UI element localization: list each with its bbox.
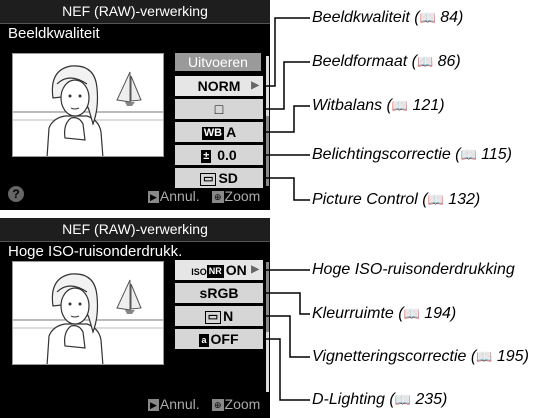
book-icon: 📖 xyxy=(476,349,493,364)
book-icon: 📖 xyxy=(419,10,436,25)
callout-page: 121) xyxy=(408,97,445,114)
callout-image-quality: Beeldkwaliteit (📖 84) xyxy=(312,9,463,27)
callout-text: D-Lighting ( xyxy=(312,391,395,408)
callout-text: Vignetteringscorrectie ( xyxy=(312,348,477,365)
callout-page: 195) xyxy=(492,348,529,365)
callout-vignette-control: Vignetteringscorrectie (📖 195) xyxy=(312,348,529,366)
callout-text: Witbalans ( xyxy=(312,97,392,114)
callout-color-space: Kleurruimte (📖 194) xyxy=(312,305,456,323)
book-icon: 📖 xyxy=(391,98,409,113)
callout-text: Hoge ISO-ruisonderdrukking xyxy=(312,261,515,278)
callout-image-size: Beeldformaat (📖 86) xyxy=(312,53,461,71)
callout-page: 84) xyxy=(435,9,464,26)
callout-text: Belichtingscorrectie ( xyxy=(312,146,461,163)
callout-page: 86) xyxy=(433,53,461,70)
callout-iso-noise-reduction: Hoge ISO-ruisonderdrukking xyxy=(312,261,515,279)
book-icon: 📖 xyxy=(416,54,434,69)
callout-page: 132) xyxy=(443,191,481,208)
callout-exposure-compensation: Belichtingscorrectie (📖 115) xyxy=(312,146,512,164)
book-icon: 📖 xyxy=(394,392,411,407)
book-icon: 📖 xyxy=(403,306,420,321)
callout-page: 115) xyxy=(476,146,512,163)
callout-text: Beeldformaat ( xyxy=(312,53,417,70)
callout-text: Kleurruimte ( xyxy=(312,305,404,322)
callout-text: Picture Control ( xyxy=(312,191,428,208)
book-icon: 📖 xyxy=(460,147,477,162)
book-icon: 📖 xyxy=(427,192,444,207)
callout-picture-control: Picture Control (📖 132) xyxy=(312,191,480,209)
callout-white-balance: Witbalans (📖 121) xyxy=(312,97,445,115)
callout-page: 235) xyxy=(410,391,448,408)
callout-d-lighting: D-Lighting (📖 235) xyxy=(312,391,447,409)
callout-text: Beeldkwaliteit ( xyxy=(312,9,420,26)
callout-page: 194) xyxy=(419,305,457,322)
